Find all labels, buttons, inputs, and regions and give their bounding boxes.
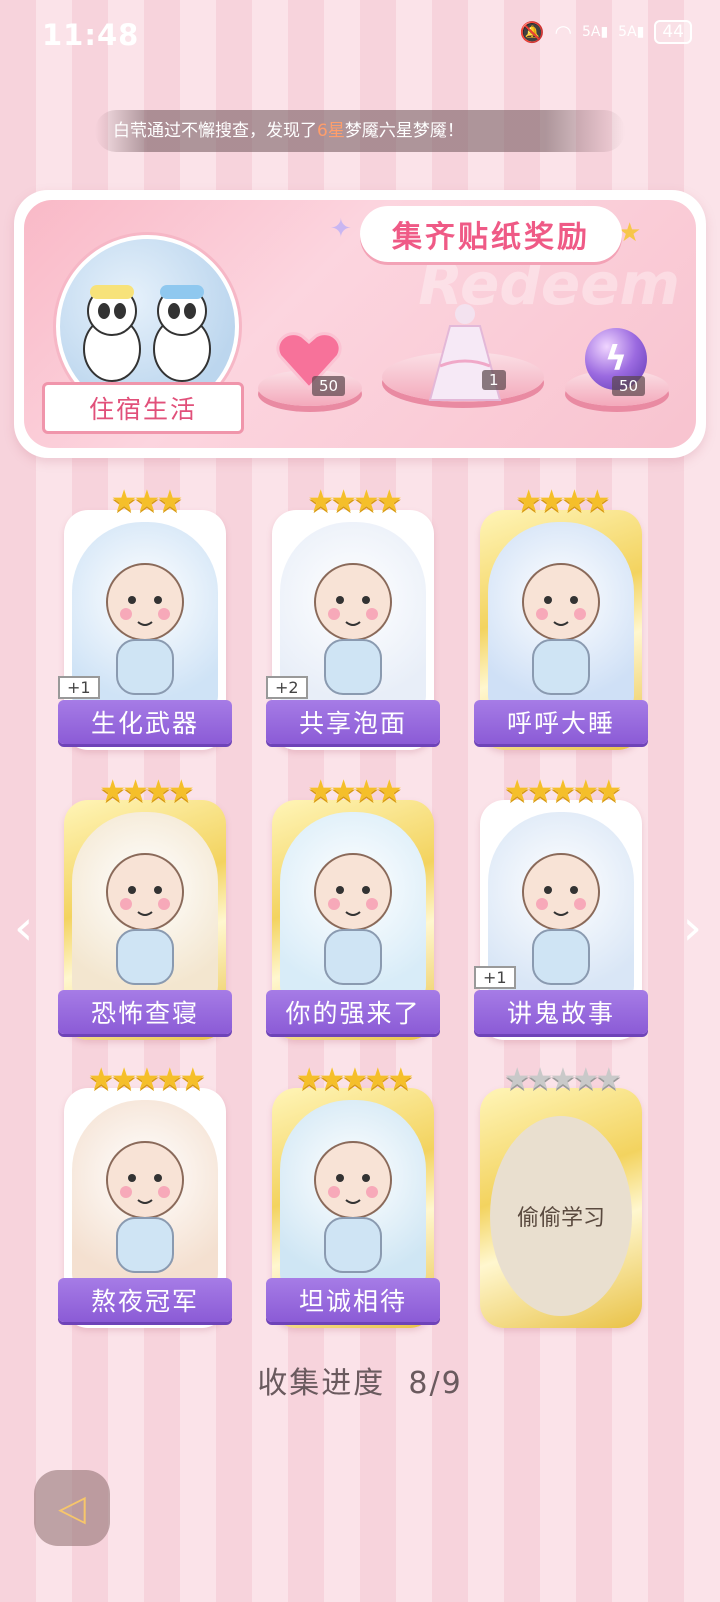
sticker-illustration bbox=[280, 1100, 426, 1290]
card-label: 恐怖查寝 bbox=[90, 999, 199, 1028]
ticker-suffix: 梦魇六星梦魇！ bbox=[344, 121, 464, 141]
reward-count-2: 1 bbox=[482, 370, 506, 390]
star-rating: ★★★★★ bbox=[503, 1062, 622, 1097]
card-title-banner: 你的强来了 bbox=[266, 990, 440, 1034]
card-title-banner: 共享泡面 bbox=[266, 700, 440, 744]
card-label: 讲鬼故事 bbox=[506, 999, 615, 1028]
album-label: 住宿生活 bbox=[42, 382, 244, 434]
ticker-highlight: 6星 bbox=[317, 121, 345, 141]
sticker-illustration bbox=[72, 812, 218, 1002]
sticker-illustration bbox=[280, 812, 426, 1002]
panda-icon bbox=[83, 285, 141, 382]
sticker-card[interactable]: ★★★★ 恐怖查寝 bbox=[58, 774, 232, 1040]
locked-sticker-slot: 偷偷学习 bbox=[490, 1116, 632, 1316]
star-rating: ★★★★ bbox=[515, 484, 611, 519]
card-label: 共享泡面 bbox=[298, 709, 407, 738]
sticker-card[interactable]: ★★★★★ 熬夜冠军 bbox=[58, 1062, 232, 1328]
status-bar: 11:48 🔕 ◠ 5A▮ 5A▮ 44 bbox=[0, 0, 720, 70]
card-label: 你的强来了 bbox=[285, 999, 421, 1028]
signal-icon: 5A▮ bbox=[581, 24, 609, 40]
sticker-card[interactable]: ★★★★ 共享泡面 +2 bbox=[266, 484, 440, 750]
duplicate-count-badge: +1 bbox=[58, 676, 100, 699]
card-title-banner: 恐怖查寝 bbox=[58, 990, 232, 1034]
reward-title-banner: 集齐贴纸奖励 bbox=[360, 206, 622, 262]
reward-title: 集齐贴纸奖励 bbox=[392, 220, 590, 255]
progress-value: 8/9 bbox=[408, 1366, 463, 1401]
card-label: 偷偷学习 bbox=[516, 1206, 605, 1231]
card-title-banner: 呼呼大睡 bbox=[474, 700, 648, 744]
star-rating: ★★★ bbox=[110, 484, 184, 519]
mute-icon: 🔕 bbox=[519, 20, 545, 44]
card-title-banner: 生化武器 bbox=[58, 700, 232, 744]
next-page-arrow[interactable]: › bbox=[683, 900, 702, 956]
reward-count-3: 50 bbox=[612, 376, 646, 396]
progress-label: 收集进度 bbox=[257, 1366, 386, 1401]
duplicate-count-badge: +1 bbox=[474, 966, 516, 989]
announcement-ticker: 白茕通过不懈搜查，发现了6星梦魇六星梦魇！ bbox=[95, 110, 625, 152]
sticker-illustration bbox=[72, 1100, 218, 1290]
status-icons: 🔕 ◠ 5A▮ 5A▮ 44 bbox=[520, 20, 692, 44]
sparkle-icon: ✦ bbox=[330, 214, 352, 244]
wifi-icon: ◠ bbox=[554, 20, 572, 44]
prev-page-arrow[interactable]: ‹ bbox=[14, 900, 33, 956]
battery-indicator: 44 bbox=[654, 20, 692, 44]
sticker-card[interactable]: ★★★★ 呼呼大睡 bbox=[474, 484, 648, 750]
sticker-card[interactable]: ★★★ 生化武器 +1 bbox=[58, 484, 232, 750]
card-title-banner: 讲鬼故事 bbox=[474, 990, 648, 1034]
card-title-banner: 坦诚相待 bbox=[266, 1278, 440, 1322]
star-rating: ★★★★ bbox=[307, 774, 403, 809]
card-title-banner: 熬夜冠军 bbox=[58, 1278, 232, 1322]
duplicate-count-badge: +2 bbox=[266, 676, 308, 699]
sticker-illustration bbox=[488, 522, 634, 712]
card-label: 呼呼大睡 bbox=[506, 709, 615, 738]
star-rating: ★★★★★ bbox=[87, 1062, 206, 1097]
reward-count-1: 50 bbox=[312, 376, 346, 396]
signal-icon-2: 5A▮ bbox=[618, 24, 645, 40]
star-rating: ★★★★★ bbox=[295, 1062, 414, 1097]
card-label: 生化武器 bbox=[90, 709, 199, 738]
card-label: 坦诚相待 bbox=[298, 1287, 407, 1316]
star-rating: ★★★★ bbox=[99, 774, 195, 809]
back-arrow-icon: ◁ bbox=[58, 1487, 86, 1529]
back-button[interactable]: ◁ bbox=[34, 1470, 110, 1546]
card-label: 熬夜冠军 bbox=[90, 1287, 199, 1316]
star-rating: ★★★★ bbox=[307, 484, 403, 519]
sticker-card[interactable]: ★★★★★ 偷偷学习 bbox=[480, 1062, 642, 1328]
sticker-card[interactable]: ★★★★ 你的强来了 bbox=[266, 774, 440, 1040]
sticker-card[interactable]: ★★★★★ 讲鬼故事 +1 bbox=[474, 774, 648, 1040]
sticker-card[interactable]: ★★★★★ 坦诚相待 bbox=[266, 1062, 440, 1328]
star-rating: ★★★★★ bbox=[503, 774, 622, 809]
status-time: 11:48 bbox=[42, 18, 140, 52]
ticker-prefix: 白茕通过不懈搜查，发现了 bbox=[113, 121, 317, 141]
collection-progress: 收集进度 8/9 bbox=[0, 1358, 720, 1402]
panda-icon-2 bbox=[153, 285, 211, 382]
